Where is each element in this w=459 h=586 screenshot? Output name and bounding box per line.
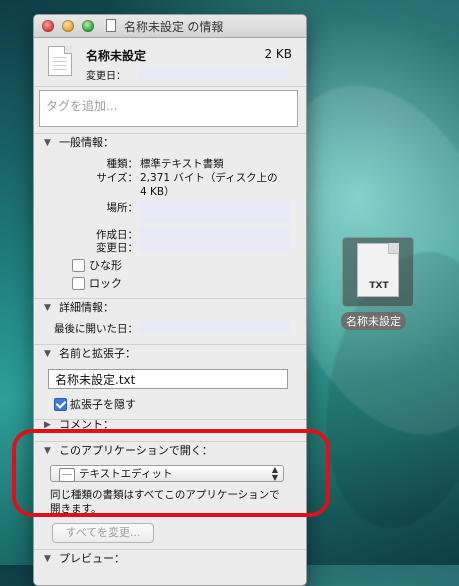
section-more-info-label: 詳細情報：: [59, 301, 114, 314]
disclosure-open-icon: ▼: [44, 303, 51, 313]
modified-value: [138, 67, 288, 79]
locked-label: ロック: [89, 277, 122, 290]
size-value-line1: 2,371 バイト（ディスク上の: [140, 172, 278, 184]
section-general-label: 一般情報：: [59, 136, 114, 149]
zoom-button[interactable]: [82, 20, 94, 32]
minimize-button[interactable]: [62, 20, 74, 32]
document-icon: [106, 19, 116, 32]
disclosure-open-icon: ▼: [44, 349, 51, 359]
last-opened-value: [140, 321, 290, 333]
file-header: 名称未設定 2 KB 変更日：: [34, 38, 306, 87]
where-value: [140, 200, 290, 222]
section-more-info[interactable]: ▼ 詳細情報：: [34, 298, 306, 317]
desktop-file-label[interactable]: 名称未設定: [341, 312, 406, 330]
stationery-label: ひな形: [89, 259, 122, 272]
modified-label-2: 変更日：: [96, 242, 138, 254]
size-label: サイズ：: [96, 172, 138, 184]
title-bar: 名称未設定 の情報: [34, 15, 306, 38]
hide-extension-label: 拡張子を隠す: [70, 398, 136, 411]
created-value: [140, 227, 290, 239]
annotation-highlight: [12, 429, 330, 517]
modified-label: 変更日：: [86, 71, 126, 82]
tags-input[interactable]: タグを追加...: [39, 90, 298, 127]
window-title: 名称未設定 の情報: [124, 20, 224, 34]
locked-checkbox[interactable]: [72, 277, 85, 290]
stationery-checkbox[interactable]: [72, 259, 85, 272]
txt-document-icon: TXT: [357, 243, 399, 297]
disclosure-open-icon: ▼: [44, 138, 51, 148]
disclosure-open-icon: ▼: [44, 554, 51, 564]
file-name: 名称未設定: [86, 49, 147, 63]
section-preview-label: プレビュー：: [59, 552, 125, 565]
last-opened-label: 最後に開いた日：: [54, 323, 138, 335]
close-button[interactable]: [42, 20, 54, 32]
size-value-line2: 4 KB）: [140, 186, 175, 198]
change-all-button[interactable]: すべてを変更...: [52, 523, 154, 543]
desktop-file-icon[interactable]: TXT: [342, 237, 414, 307]
section-preview[interactable]: ▼ プレビュー：: [34, 549, 306, 568]
file-size: 2 KB: [264, 47, 292, 61]
kind-label: 種類：: [106, 158, 139, 170]
section-general[interactable]: ▼ 一般情報：: [34, 133, 306, 152]
tags-placeholder: タグを追加...: [46, 99, 118, 113]
section-name-ext-label: 名前と拡張子：: [59, 347, 136, 360]
section-name-ext[interactable]: ▼ 名前と拡張子：: [34, 344, 306, 363]
kind-value: 標準テキスト書類: [140, 158, 224, 170]
where-label: 場所：: [106, 202, 139, 214]
hide-extension-checkbox[interactable]: [54, 398, 67, 411]
text-file-icon: [48, 46, 72, 76]
modified-value-2: [140, 240, 290, 252]
txt-badge: TXT: [369, 281, 389, 291]
filename-field[interactable]: 名称未設定.txt: [48, 369, 288, 389]
